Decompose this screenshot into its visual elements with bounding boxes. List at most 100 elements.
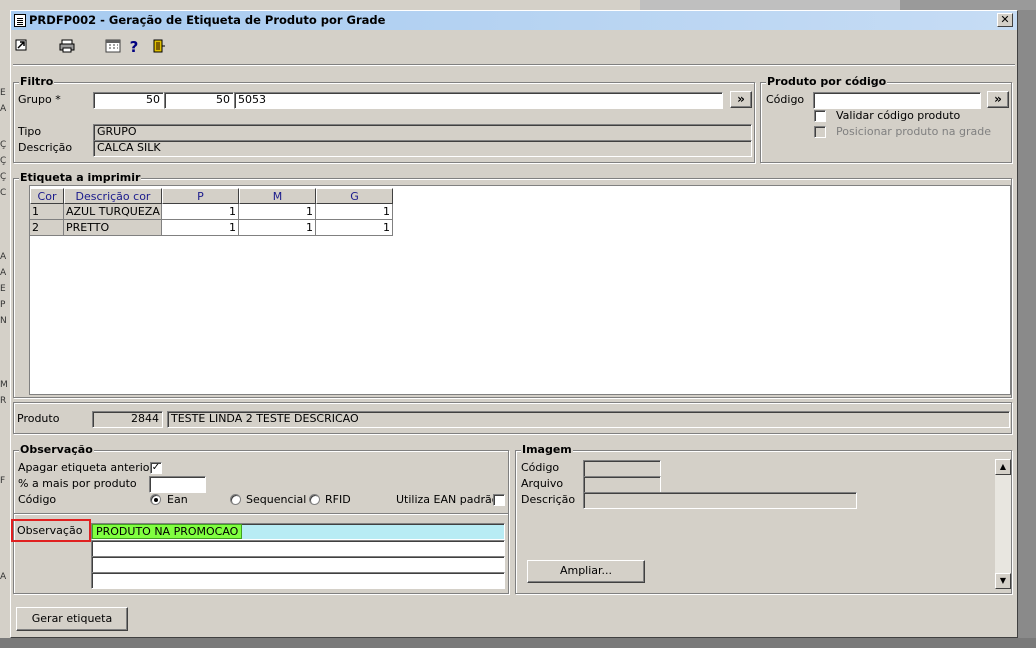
title-bar[interactable]: PRDFP002 - Geração de Etiqueta de Produt… [11,11,1017,30]
observacao-line-2[interactable] [91,540,505,557]
imagem-arquivo-field [583,476,661,493]
print-icon[interactable] [58,39,76,55]
bg-letter: Ç [0,172,7,182]
bg-letter: A [0,252,7,262]
produto-description-field: TESTE LINDA 2 TESTE DESCRICAO [167,411,1010,428]
observacao-line-1[interactable]: PRODUTO NA PROMOCAO [91,523,505,540]
scroll-down-icon[interactable]: ▼ [995,573,1011,589]
document-icon [14,14,26,27]
imagem-descricao-field [583,492,857,509]
posicionar-label[interactable]: Posicionar produto na grade [836,125,991,138]
imagem-scrollbar[interactable]: ▲ ▼ [995,459,1011,589]
validar-checkbox[interactable] [814,110,826,122]
bg-letter: A [0,104,7,114]
observacao-line-4[interactable] [91,572,505,589]
row-g[interactable]: 1 [316,220,393,236]
filtro-title: Filtro [19,75,55,88]
imagem-codigo-label: Código [521,461,560,474]
background-left-strip: E A Ç Ç Ç C A A E P N M R F A [0,0,10,648]
codigo-label: Código [766,93,805,106]
bg-letter: N [0,316,7,326]
radio-rfid-label[interactable]: RFID [325,493,351,506]
produto-code-field: 2844 [92,411,163,428]
exit-door-icon[interactable] [151,39,167,55]
tipo-label: Tipo [18,125,42,138]
column-header-m[interactable]: M [239,188,316,204]
bg-letter: E [0,88,6,98]
utiliza-ean-label[interactable]: Utiliza EAN padrão [396,493,498,506]
radio-sequencial[interactable] [230,494,241,505]
bg-letter: P [0,300,6,310]
bg-letter: A [0,268,7,278]
row-cor[interactable]: 2 [30,220,64,236]
main-window: PRDFP002 - Geração de Etiqueta de Produt… [10,10,1018,638]
column-header-descricao[interactable]: Descrição cor [64,188,162,204]
imagem-descricao-label: Descrição [521,493,576,506]
row-cor[interactable]: 1 [30,204,64,220]
bg-letter: R [0,396,7,406]
scroll-up-icon[interactable]: ▲ [995,459,1011,475]
bg-letter: A [0,572,7,582]
descricao-field: CALCA SILK [93,140,752,157]
grupo-label: Grupo * [18,93,61,106]
row-descricao[interactable]: PRETTO [64,220,162,236]
bg-letter: F [0,476,6,486]
produto-codigo-group: Produto por código Código » Validar códi… [760,75,1012,163]
grupo-field-3[interactable]: 5053 [234,92,723,109]
produto-codigo-title: Produto por código [766,75,888,88]
bg-letter: C [0,188,7,198]
tipo-field: GRUPO [93,124,752,141]
bg-letter: M [0,380,8,390]
calendar-icon[interactable] [104,39,122,55]
codigo-type-label: Código [18,493,57,506]
descricao-label: Descrição [18,141,73,154]
gerar-etiqueta-button[interactable]: Gerar etiqueta [16,607,128,631]
utiliza-ean-checkbox[interactable] [493,494,505,506]
grupo-field-1[interactable]: 50 [93,92,164,109]
etiqueta-title: Etiqueta a imprimir [19,171,142,184]
etiqueta-grid[interactable]: Cor Descrição cor P M G 1 AZUL TURQUEZA … [29,185,1011,395]
radio-ean[interactable] [150,494,161,505]
posicionar-checkbox[interactable] [814,126,826,138]
bg-letter: E [0,284,6,294]
ampliar-button[interactable]: Ampliar... [527,560,645,583]
background-right-strip [1018,10,1036,648]
radio-sequencial-label[interactable]: Sequencial [246,493,306,506]
background-top-panel-2 [900,0,1036,10]
background-top-panel [640,0,900,10]
row-descricao[interactable]: AZUL TURQUEZA [64,204,162,220]
grupo-field-2[interactable]: 50 [164,92,234,109]
window-title: PRDFP002 - Geração de Etiqueta de Produt… [29,13,386,27]
imagem-title: Imagem [521,443,573,456]
row-m[interactable]: 1 [239,204,316,220]
column-header-p[interactable]: P [162,188,239,204]
radio-ean-label[interactable]: Ean [167,493,188,506]
imagem-codigo-field [583,460,661,477]
percent-input[interactable] [149,476,206,493]
close-button[interactable]: ✕ [997,13,1013,27]
validar-label[interactable]: Validar código produto [836,109,960,122]
background-bottom-strip [0,638,1036,648]
filtro-group: Filtro Grupo * 50 50 5053 » Tipo GRUPO D… [13,75,755,163]
row-p[interactable]: 1 [162,220,239,236]
toolbar-separator [13,64,1015,66]
observacao-title: Observação [19,443,94,456]
imagem-group: Imagem Código Arquivo Descrição Ampliar.… [515,443,1012,594]
observacao-highlight: PRODUTO NA PROMOCAO [92,524,243,539]
apagar-label[interactable]: Apagar etiqueta anterior [18,461,154,474]
back-icon[interactable] [14,39,28,55]
row-p[interactable]: 1 [162,204,239,220]
column-header-cor[interactable]: Cor [30,188,64,204]
grupo-search-button[interactable]: » [730,91,752,108]
radio-rfid[interactable] [309,494,320,505]
observacao-field-label: Observação [17,524,83,537]
observacao-line-3[interactable] [91,556,505,573]
row-m[interactable]: 1 [239,220,316,236]
bg-letter: Ç [0,140,7,150]
codigo-input[interactable] [813,92,981,109]
apagar-checkbox[interactable]: ✓ [150,462,162,474]
help-icon[interactable]: ? [127,39,141,55]
codigo-search-button[interactable]: » [987,91,1009,108]
row-g[interactable]: 1 [316,204,393,220]
column-header-g[interactable]: G [316,188,393,204]
